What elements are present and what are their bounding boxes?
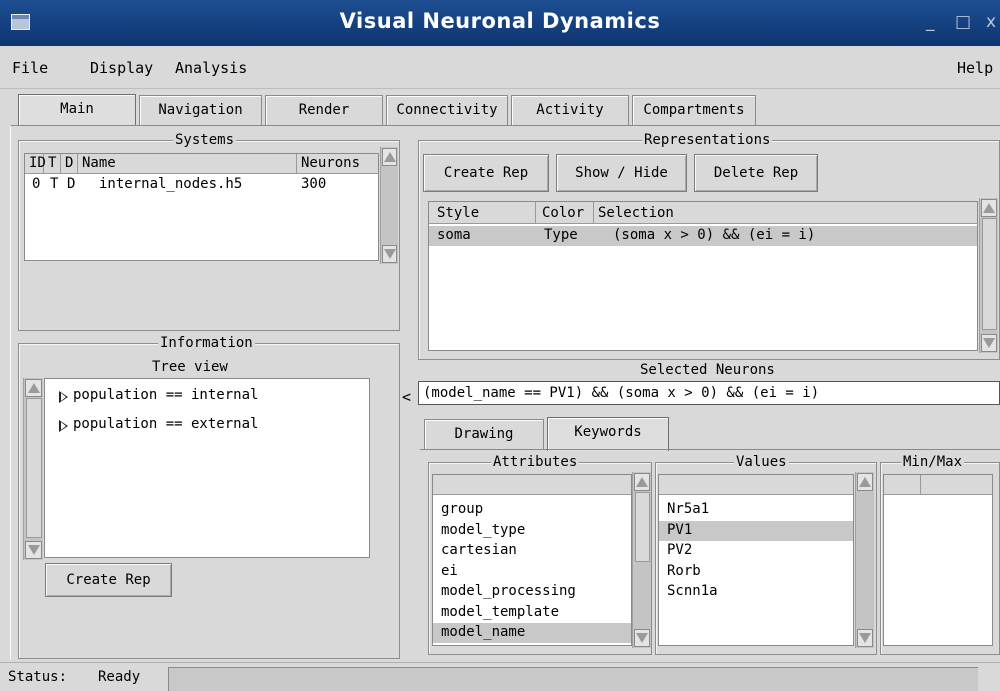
- minmax-legend: Min/Max: [901, 454, 965, 470]
- scroll-down-icon[interactable]: [25, 541, 42, 559]
- column-header-name[interactable]: Name: [78, 154, 297, 173]
- column-header-color[interactable]: Color: [536, 202, 594, 223]
- list-item[interactable]: ei: [433, 562, 631, 582]
- tree-item-label: population == internal: [73, 387, 259, 403]
- scroll-down-icon[interactable]: [634, 629, 650, 647]
- values-legend: Values: [734, 454, 789, 470]
- cell-t: T: [50, 176, 59, 192]
- status-progress-field: [168, 667, 978, 691]
- menu-display[interactable]: Display: [90, 59, 153, 77]
- scroll-up-icon[interactable]: [981, 199, 997, 217]
- delete-rep-button[interactable]: Delete Rep: [694, 154, 818, 192]
- create-rep-button[interactable]: Create Rep: [423, 154, 549, 192]
- table-row[interactable]: 0 T D internal_nodes.h5 300: [25, 175, 378, 194]
- representations-table-header: Style Color Selection: [429, 202, 977, 224]
- info-create-rep-button[interactable]: Create Rep: [45, 563, 172, 597]
- window-title: Visual Neuronal Dynamics: [339, 9, 661, 33]
- minmax-list: [883, 474, 993, 646]
- scroll-thumb[interactable]: [982, 218, 997, 330]
- information-legend: Information: [158, 335, 255, 351]
- menu-analysis[interactable]: Analysis: [175, 59, 247, 77]
- tree-scrollbar[interactable]: [23, 378, 43, 560]
- attributes-scrollbar[interactable]: [632, 472, 651, 648]
- maximize-icon[interactable]: □: [955, 12, 971, 32]
- list-item[interactable]: PV2: [659, 541, 853, 561]
- collapse-panel-icon[interactable]: <: [402, 388, 411, 406]
- tree-view-label: Tree view: [152, 359, 228, 375]
- systems-legend: Systems: [173, 132, 237, 148]
- status-bar: Status: Ready: [0, 662, 1000, 691]
- representations-legend: Representations: [642, 132, 773, 148]
- list-item[interactable]: Rorb: [659, 562, 853, 582]
- scroll-thumb[interactable]: [635, 492, 650, 562]
- minimize-icon[interactable]: _: [926, 12, 935, 32]
- tab-drawing[interactable]: Drawing: [424, 419, 544, 449]
- scroll-down-icon[interactable]: [382, 245, 397, 263]
- cell-selection: (soma x > 0) && (ei = i): [613, 227, 816, 243]
- scroll-up-icon[interactable]: [857, 473, 873, 491]
- scroll-down-icon[interactable]: [981, 334, 997, 352]
- cell-style: soma: [437, 227, 471, 243]
- list-item[interactable]: model_type: [433, 521, 631, 541]
- values-list: Nr5a1 PV1 PV2 Rorb Scnn1a: [658, 474, 854, 646]
- column-header-id[interactable]: ID: [25, 154, 46, 173]
- list-item[interactable]: Scnn1a: [659, 582, 853, 602]
- list-item[interactable]: cartesian: [433, 541, 631, 561]
- representations-scrollbar[interactable]: [979, 198, 998, 353]
- status-value: Ready: [98, 669, 141, 685]
- scroll-thumb[interactable]: [26, 398, 42, 538]
- selected-neurons-label: Selected Neurons: [640, 362, 775, 378]
- systems-scrollbar[interactable]: [380, 147, 398, 264]
- title-bar: Visual Neuronal Dynamics _ □ x: [0, 0, 1000, 46]
- tab-activity[interactable]: Activity: [511, 95, 629, 125]
- column-header-d[interactable]: D: [61, 154, 78, 173]
- column-header-t[interactable]: T: [44, 154, 61, 173]
- list-item[interactable]: model_processing: [433, 582, 631, 602]
- attributes-list: group model_type cartesian ei model_processi…: [432, 474, 632, 646]
- tree-item-label: population == external: [73, 416, 259, 432]
- show-hide-button[interactable]: Show / Hide: [556, 154, 687, 192]
- cell-name: internal_nodes.h5: [99, 176, 243, 192]
- list-item[interactable]: Nr5a1: [659, 500, 853, 520]
- column-header-neurons[interactable]: Neurons: [297, 154, 378, 173]
- attributes-list-header: [433, 475, 631, 495]
- scroll-up-icon[interactable]: [25, 379, 42, 397]
- tab-navigation[interactable]: Navigation: [139, 95, 262, 125]
- column-header-selection[interactable]: Selection: [594, 202, 977, 223]
- menu-file[interactable]: File: [12, 59, 48, 77]
- table-row[interactable]: soma Type (soma x > 0) && (ei = i): [429, 226, 977, 246]
- tab-compartments[interactable]: Compartments: [632, 95, 756, 125]
- list-item[interactable]: PV1: [659, 520, 853, 541]
- tab-connectivity[interactable]: Connectivity: [386, 95, 508, 125]
- tab-render[interactable]: Render: [265, 95, 383, 125]
- tab-keywords[interactable]: Keywords: [547, 417, 669, 451]
- list-item[interactable]: model_template: [433, 603, 631, 623]
- list-item[interactable]: group: [433, 500, 631, 520]
- values-list-header: [659, 475, 853, 495]
- tree-view: population == internal population == ext…: [44, 378, 370, 558]
- cell-d: D: [67, 176, 76, 192]
- cell-color: Type: [544, 227, 578, 243]
- close-icon[interactable]: x: [986, 12, 996, 32]
- values-scrollbar[interactable]: [855, 472, 874, 648]
- scroll-up-icon[interactable]: [382, 148, 397, 166]
- menu-bar: File Display Analysis Help: [0, 47, 1000, 89]
- column-header-style[interactable]: Style: [429, 202, 536, 223]
- selected-neurons-input[interactable]: [418, 381, 1000, 405]
- systems-table-header: ID T D Name Neurons: [25, 154, 378, 174]
- tab-main[interactable]: Main: [18, 94, 136, 126]
- minmax-list-header: [884, 475, 992, 495]
- representations-table: Style Color Selection soma Type (soma x …: [428, 201, 978, 351]
- status-label: Status:: [8, 669, 68, 685]
- attributes-legend: Attributes: [491, 454, 580, 470]
- systems-table: ID T D Name Neurons 0 T D internal_nodes…: [24, 153, 379, 261]
- scroll-up-icon[interactable]: [634, 473, 650, 491]
- scroll-down-icon[interactable]: [857, 629, 873, 647]
- menu-help[interactable]: Help: [957, 59, 993, 77]
- cell-id: 0: [32, 176, 41, 192]
- cell-neurons: 300: [301, 176, 327, 192]
- list-item[interactable]: model_name: [433, 623, 631, 643]
